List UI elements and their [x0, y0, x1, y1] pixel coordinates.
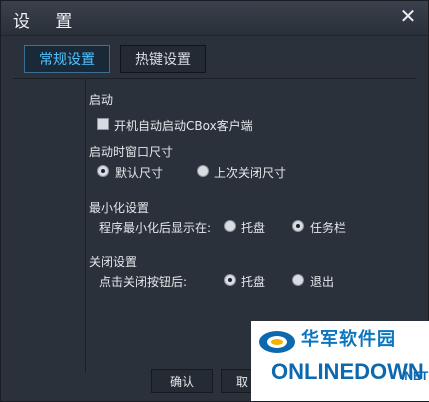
minimize-section-title: 最小化设置: [89, 201, 150, 215]
auto-start-checkbox[interactable]: [97, 118, 109, 130]
tab-hotkey-settings[interactable]: 热键设置: [120, 45, 206, 73]
close-exit-label[interactable]: 退出: [310, 273, 334, 290]
divider: [13, 78, 416, 79]
auto-start-label[interactable]: 开机自动启动CBox客户端: [114, 117, 253, 134]
close-exit-radio[interactable]: [292, 274, 304, 286]
close-tray-label[interactable]: 托盘: [241, 273, 265, 290]
close-icon[interactable]: ✕: [398, 6, 418, 26]
tab-general-settings[interactable]: 常规设置: [24, 45, 110, 73]
minimize-taskbar-label[interactable]: 任务栏: [310, 219, 346, 236]
default-size-radio[interactable]: [97, 165, 109, 177]
minimize-taskbar-radio[interactable]: [292, 220, 304, 232]
watermark-logo-icon: [259, 331, 295, 353]
close-tray-radio[interactable]: [224, 274, 236, 286]
title-bar: 设 置 ✕: [1, 1, 428, 36]
dialog-title: 设 置: [13, 12, 83, 32]
last-closed-size-radio[interactable]: [197, 165, 209, 177]
startup-section-title: 启动: [89, 93, 114, 107]
confirm-button[interactable]: 确认: [151, 369, 213, 393]
watermark-line1: 华军软件园: [301, 329, 396, 350]
watermark-suffix: .NET: [401, 369, 429, 383]
window-size-section-title: 启动时窗口尺寸: [89, 145, 174, 159]
default-size-label[interactable]: 默认尺寸: [115, 164, 163, 181]
settings-dialog: 设 置 ✕ 常规设置 热键设置 启动 开机自动启动CBox客户端 启动时窗口尺寸…: [0, 0, 429, 402]
last-closed-size-label[interactable]: 上次关闭尺寸: [214, 164, 286, 181]
site-watermark: 华军软件园 ONLINEDOWN .NET: [251, 321, 429, 401]
minimize-tray-label[interactable]: 托盘: [241, 219, 265, 236]
minimize-tray-radio[interactable]: [224, 220, 236, 232]
left-panel-divider: [85, 79, 86, 373]
close-section-title: 关闭设置: [89, 255, 138, 269]
close-prompt: 点击关闭按钮后:: [99, 275, 188, 289]
minimize-prompt: 程序最小化后显示在:: [99, 221, 212, 235]
